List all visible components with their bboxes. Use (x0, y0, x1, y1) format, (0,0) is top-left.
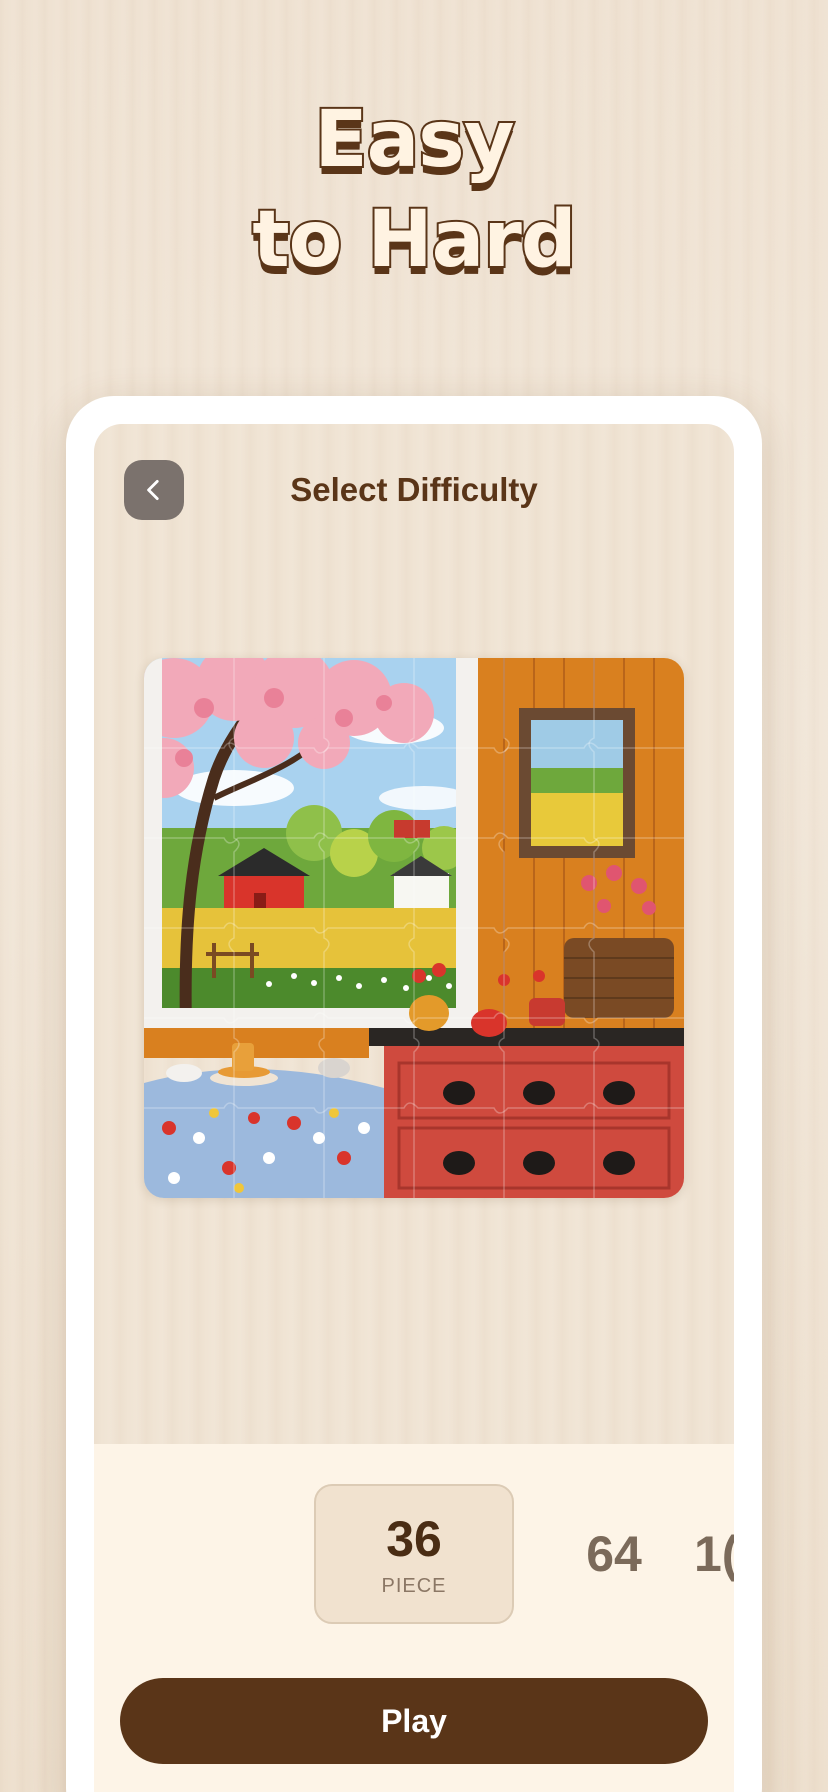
piece-count: 64 (586, 1526, 642, 1582)
difficulty-option-36[interactable]: 36 PIECE (314, 1484, 514, 1624)
piece-count: 36 (386, 1510, 442, 1567)
puzzle-preview-image (144, 658, 684, 1198)
piece-count: 1( (694, 1526, 734, 1582)
hero-heading: Easy to Hard (0, 90, 828, 290)
piece-unit-label: PIECE (381, 1574, 447, 1597)
difficulty-option-64[interactable]: 64 (564, 1484, 664, 1624)
play-button-label: Play (381, 1702, 447, 1739)
hero-line-1: Easy (312, 93, 516, 187)
app-screen: Select Difficulty 36 PIECE 64 1 Play (94, 424, 734, 1792)
hero-line-2: to Hard (250, 193, 578, 287)
phone-frame: Select Difficulty 36 PIECE 64 1 Play (66, 396, 762, 1792)
difficulty-option-next[interactable]: 1( (694, 1484, 734, 1624)
page-title: Select Difficulty (290, 471, 538, 508)
difficulty-panel: 36 PIECE 64 1( Play (94, 1444, 734, 1792)
puzzle-illustration (144, 658, 684, 1198)
play-button[interactable]: Play (120, 1678, 708, 1764)
